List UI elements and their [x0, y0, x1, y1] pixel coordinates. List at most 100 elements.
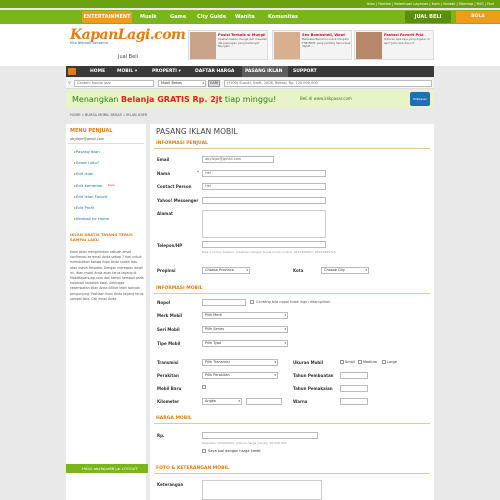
divider: [154, 473, 430, 474]
sidebar-item-edit-iklan-favorit[interactable]: Edit Iklan Favorit: [74, 194, 108, 199]
kilometer-select[interactable]: Angka: [202, 398, 242, 405]
top-links[interactable]: Iklan | Hombe | Ketentuan Layanan | Kari…: [367, 2, 494, 6]
nama-field[interactable]: Her: [202, 170, 326, 177]
label-mobil-baru: Mobil Baru: [157, 386, 182, 391]
section-foto-keterangan: FOTO & KETERANGAN MOBIL: [156, 466, 230, 471]
logo-subtitle: Jual Beli: [118, 54, 138, 60]
nopol-hint: Centang bila nopol tidak ingin ditampilk…: [256, 300, 331, 304]
nav-home[interactable]: HOME: [90, 66, 105, 77]
label-rp: Rp.: [157, 433, 165, 438]
search-input[interactable]: Contoh: honda jazz: [74, 80, 154, 87]
category-bola[interactable]: BOLA: [456, 11, 500, 23]
sidebar: [66, 124, 146, 500]
ad-banner-2[interactable]: Sex Bombshell, Wow! Bahwasa Berremu untu…: [272, 30, 352, 60]
harga-field[interactable]: [202, 432, 318, 439]
nav-pasang-iklan[interactable]: PASANG IKLAN: [242, 66, 288, 77]
nopol-hide-checkbox[interactable]: [250, 300, 254, 304]
mobil-baru-checkbox[interactable]: [202, 385, 206, 389]
tahun-pembuatan-field[interactable]: [340, 372, 368, 379]
ad-body: Bahwasa Berremu untuk menjadi THE BEST y…: [302, 37, 351, 48]
nav-properti[interactable]: PROPERTI ▾: [152, 66, 181, 77]
alamat-textarea[interactable]: [202, 210, 326, 238]
label-alamat: Alamat: [157, 211, 173, 216]
contact-person-field[interactable]: Her: [202, 183, 326, 190]
kredit-label: Saya jual dengan harga kredit: [208, 449, 261, 453]
category-game[interactable]: Game: [170, 12, 186, 22]
divider: [154, 423, 430, 424]
sidebar-item-edit-profil[interactable]: Edit Profil: [74, 205, 94, 210]
tahun-pemakaian-field[interactable]: [340, 385, 368, 392]
label-ukuran: Ukuran Mobil: [293, 360, 324, 365]
yahoo-field[interactable]: [202, 197, 326, 204]
transmisi-select[interactable]: Pilih Transmisi: [202, 359, 278, 366]
ad-banner-1[interactable]: Posisi Terbaik si Mungil Apakah kalian m…: [188, 30, 268, 60]
halo-logout-bar[interactable]: HALO abyfajar88 | ► LOGOUT: [66, 464, 148, 473]
breadcrumb[interactable]: HOME » BURSA MOBIL BEKAS » IKLAN USER: [70, 113, 147, 117]
kota-select[interactable]: Choose City: [321, 267, 369, 274]
label-tahun-pemakaian: Tahun Pemakaian: [293, 386, 333, 391]
tipe-select[interactable]: Pilih Type: [202, 340, 288, 347]
keterangan-textarea[interactable]: [202, 480, 322, 500]
telepon-field[interactable]: [202, 241, 326, 248]
category-jual-beli[interactable]: JUAL BELI: [405, 11, 451, 23]
promo-title: IKLAN GRATIS TAYANG TERUS SAMPAI LAKU: [70, 232, 133, 242]
banner-text-pre: Menangkan: [72, 95, 121, 104]
search-button[interactable]: CARI: [208, 80, 220, 87]
search-category-select[interactable]: Mobil Bekas: [158, 80, 206, 87]
ad-banner-3[interactable]: Fantasi Favorit Pria Hiburan apa saja ya…: [354, 30, 434, 60]
search-example-field[interactable]: (*100) Suzuki, Swift, 2008, Bekasi, Rp. …: [224, 80, 432, 87]
label-contact-person: Contact Person: [157, 184, 192, 189]
sidebar-item-kembali[interactable]: Kembali ke Home: [74, 216, 109, 221]
ukuran-medium-checkbox[interactable]: [358, 360, 362, 364]
required-icon: *: [197, 170, 199, 175]
ukuran-large-checkbox[interactable]: [382, 360, 386, 364]
nopol-field[interactable]: [202, 299, 246, 306]
divider: [154, 293, 430, 294]
promo-text: Kami akan mengirimkan sebuah email konfi…: [70, 250, 144, 301]
main-panel: [150, 124, 434, 500]
category-wanita[interactable]: Wanita: [235, 12, 255, 22]
kredit-checkbox[interactable]: [202, 449, 206, 453]
label-propinsi: Propinsi: [157, 268, 176, 273]
new-badge: baru: [108, 183, 115, 187]
nav-support[interactable]: SUPPORT: [293, 66, 317, 77]
seri-select[interactable]: Pilih Series: [202, 326, 288, 333]
page-title: PASANG IKLAN MOBIL: [156, 127, 238, 136]
ukuran-large-label: Large: [387, 360, 397, 364]
home-icon[interactable]: [68, 68, 76, 75]
warna-field[interactable]: [340, 398, 368, 405]
merk-select[interactable]: Pilih Merk: [202, 312, 288, 319]
section-informasi-mobil: INFORMASI MOBIL: [156, 286, 203, 291]
sidebar-item-sedot-laku[interactable]: Sedot Laku?: [74, 160, 99, 165]
label-telepon: Telepon/HP: [157, 243, 183, 248]
nav-daftar-harga[interactable]: DAFTAR HARGA: [195, 66, 234, 77]
banner-logo: Klikpasar: [410, 92, 430, 106]
ad-body: Apakah kalian mungil jadi masalah dla pa…: [218, 37, 267, 48]
label-seri: Seri Mobil: [157, 327, 180, 332]
category-entertainment[interactable]: ENTERTAINMENT: [82, 11, 132, 23]
label-transmisi: Transmisi: [157, 360, 179, 365]
category-city-guide[interactable]: City Guide: [197, 12, 226, 22]
banner-url: Beli di www.klikpasar.com: [300, 96, 352, 101]
label-keterangan: Keterangan: [157, 482, 184, 487]
propinsi-select[interactable]: Choose Province: [202, 267, 250, 274]
sidebar-item-pasang-iklan[interactable]: Pasang Iklan: [74, 149, 100, 154]
category-komunitas[interactable]: Komunitas: [268, 12, 298, 22]
nav-mobil[interactable]: MOBIL ▾: [117, 66, 137, 77]
perakitan-select[interactable]: Pilih Perakitan: [202, 372, 278, 379]
sidebar-item-edit-iklan[interactable]: Edit Iklan: [74, 171, 94, 176]
ukuran-small-label: Small: [345, 360, 355, 364]
section-informasi-penjual: INFORMASI PENJUAL: [156, 141, 208, 146]
banner-text: Menangkan Belanja GRATIS Rp. 2jt tiap mi…: [72, 95, 276, 104]
kilometer-field[interactable]: [246, 398, 282, 405]
ad-thumbnail: [190, 32, 216, 59]
label-email: Email: [157, 157, 170, 162]
search-icon: ⚲: [68, 80, 71, 85]
category-musik[interactable]: Musik: [140, 12, 157, 22]
ukuran-small-checkbox[interactable]: [340, 360, 344, 364]
telepon-hint: Bisa 3 nomor telepon, pisahkan dengan ta…: [202, 250, 336, 254]
sidebar-item-edit-komentar[interactable]: Edit Komentar: [74, 183, 103, 188]
label-merk: Merk Mobil: [157, 313, 183, 318]
email-field[interactable]: abyfajar@gmail.com: [202, 156, 274, 163]
site-logo[interactable]: KapanLagi.com Kita Nikmati bersama: [70, 27, 186, 55]
